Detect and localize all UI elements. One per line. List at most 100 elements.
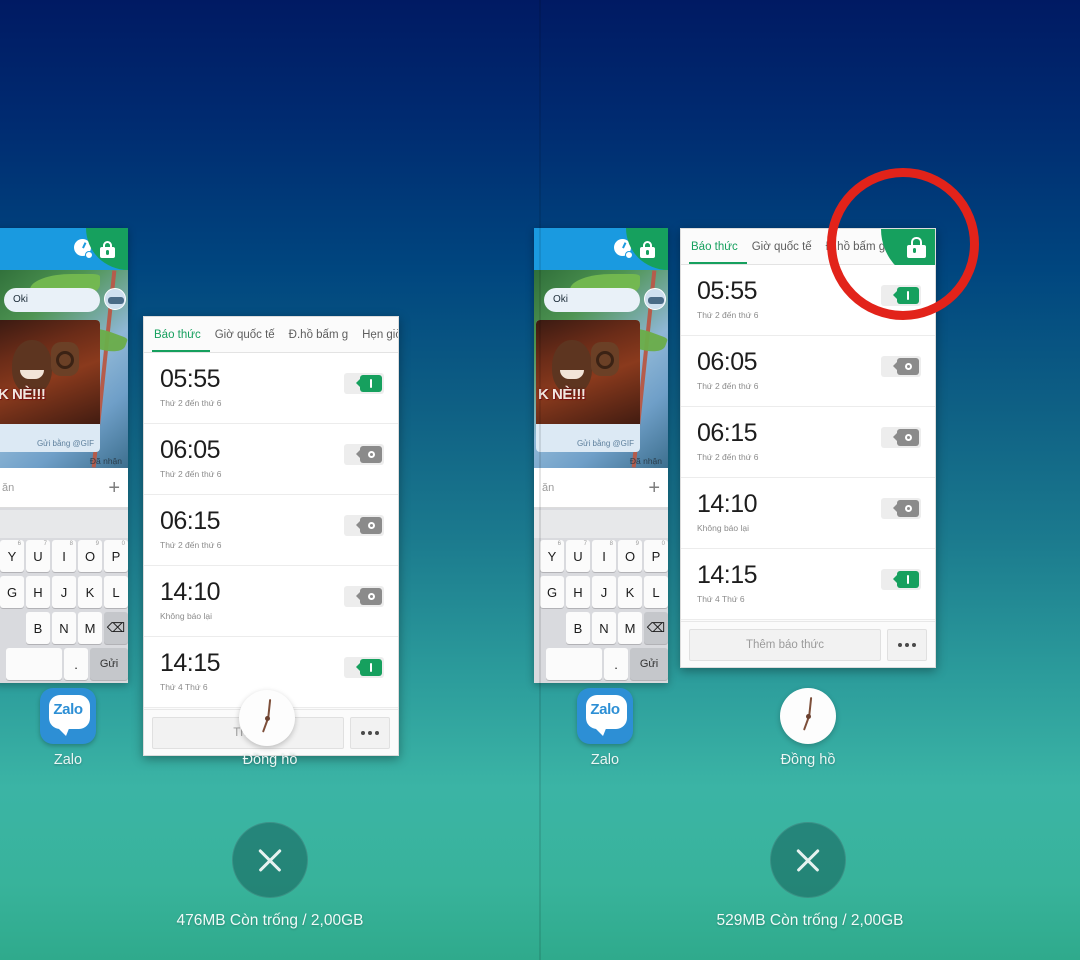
alarm-toggle[interactable] (881, 285, 921, 306)
key-y[interactable]: 6Y (0, 540, 24, 572)
recent-app-card-zalo[interactable]: ☎ Oki K NÈ!!! Gửi bằng @GIF Đã n (0, 228, 128, 683)
app-label-clock: Đồng hồ (780, 752, 836, 768)
tab-dong-ho-bam-gio[interactable]: Đ.hồ bấm g (289, 329, 348, 341)
backspace-icon[interactable]: ⌫ (104, 612, 128, 644)
key-n[interactable]: N (592, 612, 616, 644)
send-button[interactable]: Gửi (630, 648, 668, 680)
recent-app-card-zalo[interactable]: ☎ Oki K NÈ!!! Gửi bằng @GIF Đã n (534, 228, 668, 683)
app-entry-zalo[interactable]: Zalo Zalo (545, 688, 665, 768)
app-lock-icon[interactable] (86, 228, 128, 270)
alarm-toggle[interactable] (344, 444, 384, 465)
backspace-icon[interactable]: ⌫ (644, 612, 668, 644)
chat-bubble-gif[interactable]: K NÈ!!! Gửi bằng @GIF (536, 320, 640, 452)
app-entry-zalo[interactable]: Zalo Zalo (8, 688, 128, 768)
key-space[interactable] (546, 648, 602, 680)
key-h[interactable]: H (26, 576, 50, 608)
key-u[interactable]: 7U (566, 540, 590, 572)
key-p[interactable]: 0P (104, 540, 128, 572)
alarm-repeat: Thứ 4 Thứ 6 (697, 594, 745, 604)
key-y[interactable]: 6Y (540, 540, 564, 572)
zalo-app-icon[interactable]: Zalo (577, 688, 633, 744)
key-i[interactable]: 8I (592, 540, 616, 572)
app-entry-clock[interactable]: Đồng hồ (748, 688, 868, 768)
message-input-row[interactable]: ăn + (0, 468, 128, 508)
alarm-row[interactable]: 14:10 Không báo lại (144, 566, 398, 637)
close-all-button[interactable] (232, 822, 308, 898)
clock-app-icon[interactable] (780, 688, 836, 744)
alarm-toggle[interactable] (881, 427, 921, 448)
key-g[interactable]: G (540, 576, 564, 608)
keyboard-row: 6Y 7U 8I 9O 0P (0, 538, 128, 574)
key-o[interactable]: 9O (618, 540, 642, 572)
keyboard-row: G H J K L (0, 574, 128, 610)
key-b[interactable]: B (566, 612, 590, 644)
key-p[interactable]: 0P (644, 540, 668, 572)
alarm-toggle[interactable] (344, 373, 384, 394)
message-input[interactable]: ăn (2, 482, 108, 494)
key-k[interactable]: K (618, 576, 642, 608)
keyboard-row: G H J K L (534, 574, 668, 610)
alarm-toggle[interactable] (881, 569, 921, 590)
key-period[interactable]: . (64, 648, 88, 680)
tab-bao-thuc[interactable]: Báo thức (691, 241, 738, 253)
more-options-icon[interactable] (350, 716, 390, 749)
plus-icon[interactable]: + (648, 478, 660, 498)
message-input-row[interactable]: ăn + (534, 468, 668, 508)
close-all-button[interactable] (770, 822, 846, 898)
clock-app-icon[interactable] (239, 690, 295, 746)
alarm-row[interactable]: 14:10 Không báo lại (681, 478, 935, 549)
zalo-app-icon[interactable]: Zalo (40, 688, 96, 744)
alarm-row[interactable]: 06:05 Thứ 2 đến thứ 6 (681, 336, 935, 407)
gif-caption: K NÈ!!! (538, 386, 586, 403)
plus-icon[interactable]: + (108, 478, 120, 498)
key-space[interactable] (6, 648, 62, 680)
alarm-row[interactable]: 05:55 Thứ 2 đến thứ 6 (681, 265, 935, 336)
key-l[interactable]: L (644, 576, 668, 608)
recent-app-card-clock[interactable]: Báo thức Giờ quốc tế Đ.hồ bấm g Hẹn giờ … (680, 228, 936, 668)
chat-bubble-gif[interactable]: K NÈ!!! Gửi bằng @GIF (0, 320, 100, 452)
tab-gio-quoc-te[interactable]: Giờ quốc tế (215, 329, 275, 341)
alarm-row[interactable]: 05:55 Thứ 2 đến thứ 6 (144, 353, 398, 424)
alarm-toggle[interactable] (881, 356, 921, 377)
key-m[interactable]: M (78, 612, 102, 644)
memory-status-text: 476MB Còn trống / 2,00GB (176, 912, 364, 929)
key-j[interactable]: J (592, 576, 616, 608)
key-j[interactable]: J (52, 576, 76, 608)
tab-dong-ho-bam-gio[interactable]: Đ.hồ bấm g (826, 241, 885, 253)
tab-gio-quoc-te[interactable]: Giờ quốc tế (752, 241, 812, 253)
zalo-appbar: ☎ (0, 228, 128, 270)
alarm-toggle[interactable] (881, 498, 921, 519)
key-n[interactable]: N (52, 612, 76, 644)
key-o[interactable]: 9O (78, 540, 102, 572)
key-i[interactable]: 8I (52, 540, 76, 572)
key-l[interactable]: L (104, 576, 128, 608)
alarm-row[interactable]: 06:15 Thứ 2 đến thứ 6 (681, 407, 935, 478)
key-k[interactable]: K (78, 576, 102, 608)
app-lock-icon[interactable] (626, 228, 668, 270)
more-options-icon[interactable] (887, 628, 927, 661)
alarm-repeat: Không báo lại (697, 523, 749, 533)
alarm-toggle[interactable] (344, 586, 384, 607)
send-button[interactable]: Gửi (90, 648, 128, 680)
delivery-status: Đã nhận (629, 456, 662, 466)
key-h[interactable]: H (566, 576, 590, 608)
clock-bottom-bar: Thêm báo thức (681, 621, 935, 667)
on-screen-keyboard[interactable]: 6Y 7U 8I 9O 0P G H J K L B N M ⌫ . Gửi (0, 508, 128, 683)
alarm-row[interactable]: 06:15 Thứ 2 đến thứ 6 (144, 495, 398, 566)
key-u[interactable]: 7U (26, 540, 50, 572)
key-g[interactable]: G (0, 576, 24, 608)
message-input[interactable]: ăn (542, 482, 648, 494)
keyboard-row: B N M ⌫ (534, 610, 668, 646)
alarm-row[interactable]: 06:05 Thứ 2 đến thứ 6 (144, 424, 398, 495)
alarm-toggle[interactable] (344, 657, 384, 678)
tab-bao-thuc[interactable]: Báo thức (154, 329, 201, 341)
tab-hen-gio[interactable]: Hẹn giờ (362, 329, 398, 341)
alarm-repeat: Thứ 2 đến thứ 6 (697, 381, 759, 391)
add-alarm-button[interactable]: Thêm báo thức (689, 628, 881, 661)
alarm-toggle[interactable] (344, 515, 384, 536)
on-screen-keyboard[interactable]: 6Y 7U 8I 9O 0P G H J K L B N M ⌫ . Gửi (534, 508, 668, 683)
key-b[interactable]: B (26, 612, 50, 644)
alarm-row[interactable]: 14:15 Thứ 4 Thứ 6 (681, 549, 935, 620)
key-m[interactable]: M (618, 612, 642, 644)
key-period[interactable]: . (604, 648, 628, 680)
